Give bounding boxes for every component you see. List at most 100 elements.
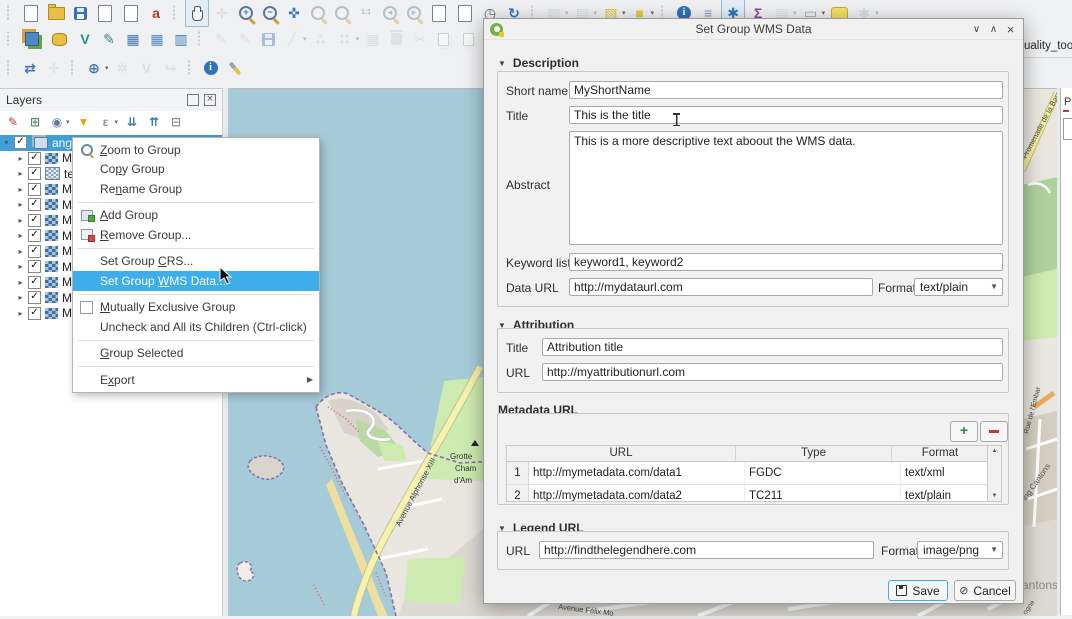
osm-place-search-button[interactable]: ▾ — [224, 55, 246, 81]
save-button[interactable]: Save — [888, 580, 948, 601]
zoom-out-button[interactable]: −▾ — [259, 0, 281, 26]
layer-checkbox[interactable] — [14, 136, 27, 149]
zoom-last-button[interactable]: ◂▾ — [379, 0, 401, 26]
toolbar-separator[interactable]: ▾ — [71, 60, 77, 76]
cell-type[interactable]: FGDC — [745, 462, 901, 484]
project-properties-button[interactable]: ▾ — [119, 0, 143, 26]
add-group-button[interactable]: ⊞▾ — [26, 109, 44, 135]
title-input[interactable]: This is the title — [569, 106, 1003, 124]
highlight-pinned-labels-button[interactable]: ✲▾ — [112, 55, 134, 81]
expander-icon[interactable] — [14, 185, 27, 194]
current-edits-button[interactable]: ✎▾ — [210, 26, 232, 52]
table-row[interactable]: 1 http://mymetadata.com/data1 FGDC text/… — [507, 462, 1001, 485]
expander-icon[interactable] — [14, 309, 27, 318]
digitize-segment-button[interactable]: ╱▾ — [281, 26, 308, 52]
zoom-to-selection-button[interactable]: ▾ — [307, 0, 329, 26]
filter-legend-button[interactable]: ▼▾ — [75, 109, 93, 135]
layer-checkbox[interactable] — [28, 291, 41, 304]
new-map-view-button[interactable]: ▾ — [427, 0, 451, 26]
right-panel-input[interactable] — [1063, 118, 1072, 140]
new-geopackage-layer-button[interactable]: ✎▾ — [98, 26, 120, 52]
menu-item-copy-group[interactable]: Copy Group ▶ — [73, 160, 319, 180]
expander-icon[interactable] — [0, 138, 13, 147]
menu-item-set-group-crs[interactable]: Set Group CRS... ▶ — [73, 252, 319, 272]
new-3d-map-view-button[interactable]: ▾ — [453, 0, 477, 26]
collapse-all-button[interactable]: ⇈▾ — [145, 109, 163, 135]
toggle-editing-button[interactable]: ✎▾ — [234, 26, 256, 52]
pan-map-button[interactable]: ▾ — [185, 0, 209, 27]
show-hide-labels-button[interactable]: V▾ — [136, 55, 158, 81]
menu-item-add-group[interactable]: Add Group ▶ — [73, 206, 319, 226]
expander-icon[interactable] — [14, 247, 27, 256]
expander-icon[interactable] — [14, 200, 27, 209]
zoom-full-button[interactable]: ✜▾ — [283, 0, 305, 26]
quality-tools-tab[interactable]: uality_tools — [1024, 40, 1072, 52]
dialog-titlebar[interactable]: Set Group WMS Data ∨ ∧ × — [484, 19, 1023, 40]
layer-checkbox[interactable] — [28, 245, 41, 258]
toolbar-separator[interactable]: ▾ — [7, 60, 13, 76]
add-database-layer-button[interactable]: ▾ — [47, 26, 72, 52]
delete-selected-button[interactable]: ▾ — [386, 26, 407, 52]
cell-format[interactable]: text/plain — [901, 485, 1000, 502]
panel-float-button[interactable] — [187, 94, 199, 106]
menu-item-remove-group[interactable]: Remove Group... ▶ — [73, 225, 319, 245]
expander-icon[interactable] — [14, 231, 27, 240]
cell-format[interactable]: text/xml — [901, 462, 1000, 484]
panel-close-button[interactable]: × — [204, 94, 216, 106]
toolbar-separator[interactable]: ▾ — [7, 5, 13, 21]
menu-item-group-selected[interactable]: Group Selected ▶ — [73, 344, 319, 364]
column-header-type[interactable]: Type — [736, 446, 892, 461]
paste-features-button[interactable]: ▾ — [458, 26, 481, 52]
expander-icon[interactable] — [14, 216, 27, 225]
cancel-button[interactable]: ⊘Cancel — [954, 580, 1016, 601]
legend-format-select[interactable]: image/png▼ — [917, 541, 1003, 559]
new-from-template-button[interactable]: ▾ — [93, 0, 117, 26]
layer-checkbox[interactable] — [28, 260, 41, 273]
save-layer-edits-button[interactable]: ▾ — [258, 26, 279, 52]
layer-checkbox[interactable] — [28, 183, 41, 196]
table-scrollbar[interactable]: ▲▼ — [987, 446, 1001, 501]
cell-url[interactable]: http://mymetadata.com/data2 — [529, 485, 745, 502]
toolbar-separator[interactable]: ▾ — [188, 60, 194, 76]
menu-item-rename-group[interactable]: Rename Group ▶ — [73, 179, 319, 199]
pan-to-selection-button[interactable]: ✛▾ — [211, 0, 233, 26]
data-format-select[interactable]: text/plain▼ — [914, 278, 1003, 296]
new-raster-layer-button[interactable]: ▦▾ — [146, 26, 168, 52]
cell-url[interactable]: http://mymetadata.com/data1 — [529, 462, 745, 484]
cut-features-button[interactable]: ✂▾ — [409, 26, 431, 52]
save-project-button[interactable]: ▾ — [70, 0, 91, 26]
expand-all-button[interactable]: ⇊▾ — [123, 109, 141, 135]
toolbar-separator[interactable]: ▾ — [198, 31, 204, 47]
layer-checkbox[interactable] — [28, 198, 41, 211]
vertex-tool-button[interactable]: ∷▾ — [334, 26, 361, 52]
menu-item-zoom-to-group[interactable]: Zoom to Group ▶ — [73, 140, 319, 160]
scroll-down-icon[interactable]: ▼ — [992, 493, 998, 499]
copy-features-button[interactable]: ▾ — [433, 26, 456, 52]
modify-attributes-button[interactable]: ▦▾ — [362, 26, 384, 52]
menu-item-uncheck-all-children[interactable]: Uncheck and All its Children (Ctrl-click… — [73, 317, 319, 337]
layer-checkbox[interactable] — [28, 229, 41, 242]
attribution-title-input[interactable]: Attribution title — [542, 338, 1003, 356]
layer-checkbox[interactable] — [28, 307, 41, 320]
new-project-button[interactable]: ▾ — [19, 0, 43, 26]
data-source-manager-button[interactable]: ▾ — [19, 26, 45, 52]
expander-icon[interactable] — [14, 262, 27, 271]
move-label-button[interactable]: ⇄▾ — [19, 55, 41, 81]
new-virtual-layer-button[interactable]: ▥▾ — [170, 26, 192, 52]
remove-layer-button[interactable]: ⊟▾ — [167, 109, 185, 135]
open-layer-styling-button[interactable]: ✎▾ — [4, 109, 22, 135]
data-url-input[interactable]: http://mydataurl.com — [569, 278, 873, 296]
window-shade-button[interactable]: ∨ — [968, 24, 985, 35]
layer-checkbox[interactable] — [28, 152, 41, 165]
column-header-url[interactable]: URL — [507, 446, 736, 461]
attribution-url-input[interactable]: http://myattributionurl.com — [542, 363, 1003, 381]
style-manager-button[interactable]: a▾ — [145, 0, 167, 26]
metadata-table[interactable]: URL Type Format 1 http://mymetadata.com/… — [506, 445, 1002, 502]
toolbar-separator[interactable]: ▾ — [7, 31, 13, 47]
layer-checkbox[interactable] — [28, 276, 41, 289]
window-close-button[interactable]: × — [1002, 22, 1019, 37]
expander-icon[interactable] — [14, 293, 27, 302]
label-callouts-button[interactable]: ↪▾ — [160, 55, 182, 81]
add-point-feature-button[interactable]: ∴▾ — [310, 26, 332, 52]
add-metadata-row-button[interactable]: + — [950, 421, 978, 442]
